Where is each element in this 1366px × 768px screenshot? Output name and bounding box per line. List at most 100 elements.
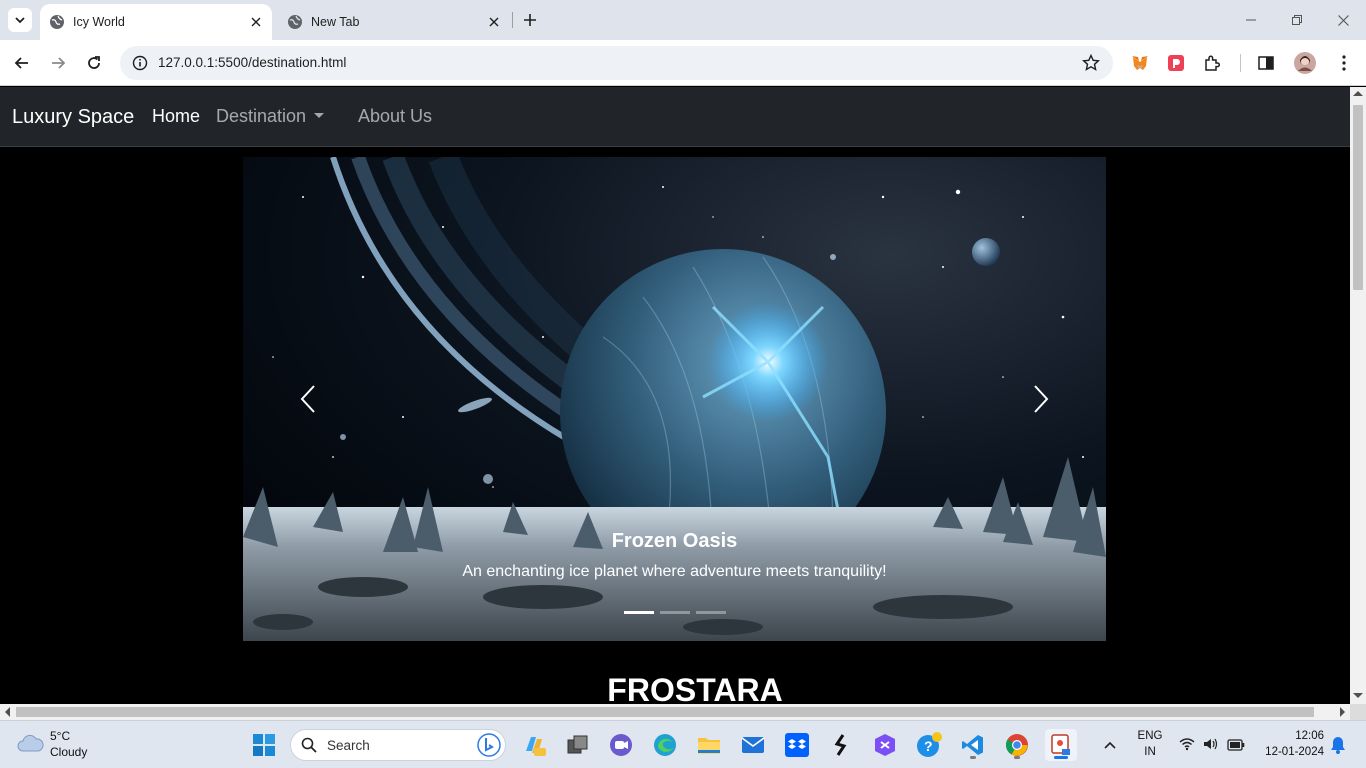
close-tab-icon[interactable] bbox=[484, 12, 504, 32]
search-icon bbox=[301, 737, 317, 753]
globe-icon bbox=[288, 15, 302, 29]
scroll-down-icon[interactable] bbox=[1353, 693, 1363, 698]
profile-avatar[interactable] bbox=[1293, 51, 1317, 75]
mail-icon[interactable] bbox=[737, 729, 769, 761]
notification-bell-icon[interactable] bbox=[1330, 736, 1346, 759]
show-hidden-icons-button[interactable] bbox=[1096, 729, 1124, 761]
pocket-extension-icon[interactable] bbox=[1164, 51, 1188, 75]
tab-divider bbox=[512, 12, 513, 28]
url-text: 127.0.0.1:5500/destination.html bbox=[158, 55, 347, 70]
reload-button[interactable] bbox=[78, 47, 110, 79]
tab-title: Icy World bbox=[73, 15, 125, 29]
carousel-indicator[interactable] bbox=[624, 611, 654, 614]
carousel-indicator[interactable] bbox=[660, 611, 690, 614]
address-bar[interactable]: 127.0.0.1:5500/destination.html bbox=[120, 46, 1113, 80]
arrow-left-icon bbox=[14, 57, 28, 69]
carousel-indicator[interactable] bbox=[696, 611, 726, 614]
chrome-icon[interactable] bbox=[1001, 729, 1033, 761]
active-indicator bbox=[1054, 756, 1068, 759]
site-info-icon[interactable] bbox=[128, 51, 152, 75]
nav-dropdown-label: Destination bbox=[216, 106, 307, 126]
nav-dropdown-destination[interactable]: Destination bbox=[216, 106, 325, 127]
windows-taskbar: 5°C Cloudy Search ? ENG IN 12:06 12-01-2… bbox=[0, 720, 1366, 768]
wifi-icon[interactable] bbox=[1179, 737, 1195, 756]
navbar-brand[interactable]: Luxury Space bbox=[12, 106, 134, 129]
running-indicator bbox=[1014, 756, 1020, 759]
site-navbar: Luxury Space Home Destination About Us bbox=[0, 87, 1350, 147]
cloudy-weather-icon[interactable] bbox=[16, 732, 44, 759]
clock-time[interactable]: 12:06 bbox=[1258, 730, 1324, 742]
browser-tab-new[interactable]: New Tab bbox=[278, 4, 510, 40]
snipping-tool-icon[interactable] bbox=[1045, 729, 1077, 761]
close-window-button[interactable] bbox=[1320, 0, 1366, 40]
destination-heading: FROSTARA bbox=[607, 672, 783, 704]
file-explorer-icon[interactable] bbox=[693, 729, 725, 761]
weather-description[interactable]: Cloudy bbox=[50, 745, 87, 759]
horizontal-scroll-thumb[interactable] bbox=[16, 707, 1314, 717]
minimize-icon bbox=[1246, 19, 1256, 21]
close-tab-icon[interactable] bbox=[246, 12, 266, 32]
language-indicator-bottom[interactable]: IN bbox=[1134, 746, 1166, 758]
taskbar-search-box[interactable]: Search bbox=[290, 729, 506, 761]
nav-link-about[interactable]: About Us bbox=[358, 106, 432, 127]
caret-down-icon bbox=[314, 112, 325, 118]
scroll-right-icon[interactable] bbox=[1340, 707, 1345, 717]
toolbar-divider bbox=[1240, 54, 1241, 72]
bookmark-star-icon[interactable] bbox=[1079, 51, 1103, 75]
extensions-puzzle-icon[interactable] bbox=[1200, 51, 1224, 75]
visual-studio-icon[interactable] bbox=[869, 729, 901, 761]
restore-icon bbox=[1292, 15, 1302, 25]
copilot-preview-icon[interactable] bbox=[518, 729, 550, 761]
scrollbar-corner bbox=[1350, 704, 1366, 720]
browser-toolbar: 127.0.0.1:5500/destination.html bbox=[0, 40, 1366, 86]
slide-caption-title: Frozen Oasis bbox=[611, 530, 738, 552]
vscode-icon[interactable] bbox=[957, 729, 989, 761]
plus-icon bbox=[524, 14, 536, 26]
chevron-down-icon bbox=[15, 17, 25, 24]
minimize-button[interactable] bbox=[1228, 0, 1274, 40]
edge-browser-icon[interactable] bbox=[649, 729, 681, 761]
metamask-extension-icon[interactable] bbox=[1128, 51, 1152, 75]
weather-temperature[interactable]: 5°C bbox=[50, 729, 70, 743]
forward-button[interactable] bbox=[42, 47, 74, 79]
side-panel-icon[interactable] bbox=[1254, 51, 1278, 75]
teams-chat-icon[interactable] bbox=[605, 729, 637, 761]
browser-tab-strip: Icy World New Tab bbox=[0, 0, 1366, 40]
nav-link-home[interactable]: Home bbox=[152, 106, 200, 127]
tab-search-button[interactable] bbox=[8, 8, 32, 32]
search-placeholder: Search bbox=[327, 738, 370, 753]
start-button[interactable] bbox=[248, 729, 280, 761]
tab-title: New Tab bbox=[311, 15, 360, 29]
slide-caption-text: An enchanting ice planet where adventure… bbox=[462, 563, 887, 580]
battery-icon[interactable] bbox=[1227, 738, 1245, 756]
volume-icon[interactable] bbox=[1203, 737, 1219, 756]
capcut-icon[interactable] bbox=[825, 729, 857, 761]
horizontal-scrollbar[interactable] bbox=[0, 704, 1350, 720]
back-button[interactable] bbox=[6, 47, 38, 79]
carousel-indicators bbox=[624, 611, 726, 614]
chevron-up-icon bbox=[1104, 741, 1116, 749]
windows-logo-icon bbox=[253, 734, 275, 756]
browser-tab-active[interactable]: Icy World bbox=[40, 4, 272, 40]
svg-text:?: ? bbox=[924, 738, 933, 754]
reload-icon bbox=[88, 56, 100, 69]
dropbox-icon[interactable] bbox=[781, 729, 813, 761]
chevron-right-icon bbox=[1034, 385, 1049, 413]
arrow-right-icon bbox=[52, 57, 66, 69]
clock-date[interactable]: 12-01-2024 bbox=[1254, 746, 1324, 758]
bing-chat-icon[interactable] bbox=[477, 733, 501, 757]
browser-menu-icon[interactable] bbox=[1332, 51, 1356, 75]
new-tab-button[interactable] bbox=[518, 8, 542, 32]
scroll-left-icon[interactable] bbox=[5, 707, 10, 717]
running-indicator bbox=[970, 756, 976, 759]
globe-icon bbox=[50, 15, 64, 29]
web-page: Luxury Space Home Destination About Us F… bbox=[0, 87, 1350, 704]
get-help-icon[interactable]: ? bbox=[913, 729, 945, 761]
scroll-up-icon[interactable] bbox=[1353, 91, 1363, 96]
vertical-scroll-thumb[interactable] bbox=[1353, 105, 1363, 290]
vertical-scrollbar[interactable] bbox=[1350, 87, 1366, 704]
task-view-icon[interactable] bbox=[562, 729, 594, 761]
restore-button[interactable] bbox=[1274, 0, 1320, 40]
language-indicator-top[interactable]: ENG bbox=[1134, 730, 1166, 742]
destination-carousel: Frozen Oasis An enchanting ice planet wh… bbox=[243, 157, 1106, 641]
